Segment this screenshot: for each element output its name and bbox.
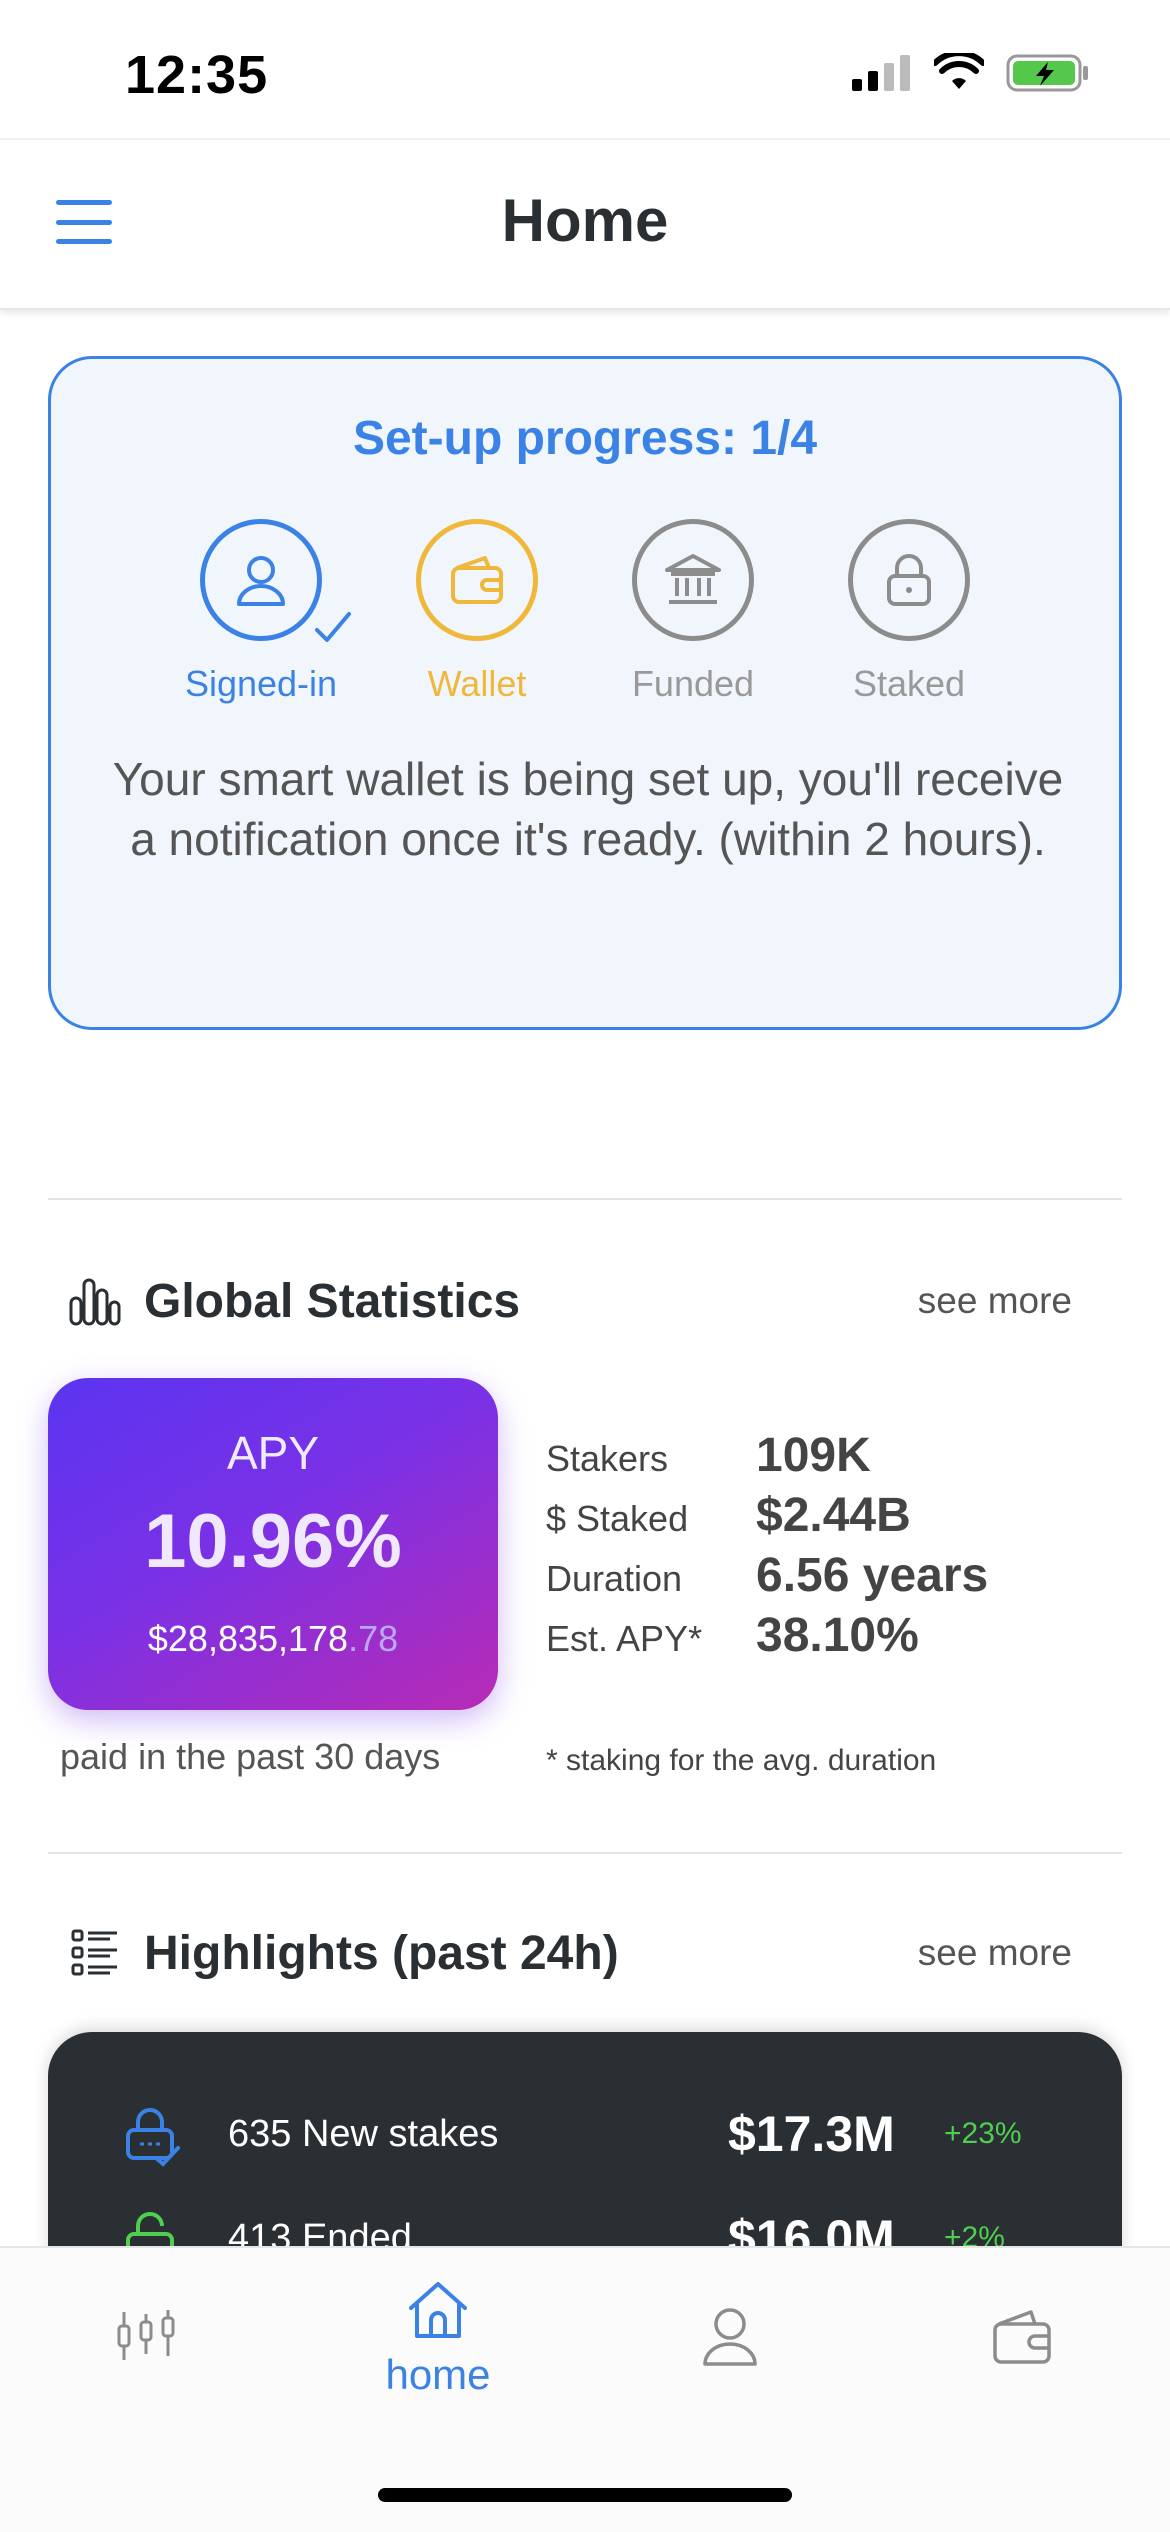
stats-row: Duration 6.56 years: [546, 1548, 1106, 1608]
apy-card[interactable]: APY 10.96% $28,835,178.78: [48, 1378, 498, 1710]
divider: [48, 1852, 1122, 1854]
step-circle: [200, 519, 351, 642]
apy-caption: paid in the past 30 days: [60, 1736, 441, 1777]
apy-label: APY: [226, 1427, 320, 1479]
list-icon: [68, 1926, 122, 1980]
tab-stats[interactable]: [46, 2304, 246, 2373]
stats-key: $ Staked: [546, 1498, 689, 1539]
tab-label: home: [385, 2351, 491, 2398]
setup-steps: Signed-in Wallet Funded Staked: [161, 519, 1021, 719]
step-funded[interactable]: Funded: [593, 519, 793, 705]
tab-home[interactable]: home: [338, 2278, 538, 2399]
bar-chart-icon: [68, 1274, 122, 1328]
tab-wallet[interactable]: [922, 2306, 1122, 2373]
apy-paid-amount: $28,835,178.78: [48, 1618, 498, 1660]
stats-value: 38.10%: [756, 1609, 919, 1662]
stats-key: Est. APY*: [546, 1618, 703, 1659]
stats-value: $2.44B: [756, 1489, 911, 1542]
step-label: Signed-in: [184, 663, 338, 704]
stats-value: 109K: [756, 1429, 871, 1482]
bank-icon: [665, 554, 721, 604]
home-indicator[interactable]: [378, 2488, 792, 2502]
highlight-row[interactable]: 635 New stakes $17.3M +23%: [48, 2094, 1122, 2174]
divider: [48, 1198, 1122, 1200]
wallet-icon: [451, 556, 503, 604]
step-signed-in[interactable]: Signed-in: [161, 519, 361, 705]
see-more-link[interactable]: see more: [918, 1932, 1072, 1974]
section-title: Global Statistics: [144, 1274, 521, 1328]
user-icon: [703, 2308, 757, 2366]
stats-footnote: * staking for the avg. duration: [546, 1744, 937, 1777]
stats-value: 6.56 years: [756, 1549, 989, 1602]
highlight-label: 635 New stakes: [228, 2112, 499, 2155]
step-circle: [416, 519, 538, 641]
lock-icon: [887, 554, 931, 606]
user-icon: [237, 556, 285, 606]
check-icon: [315, 612, 351, 642]
apy-value: 10.96%: [144, 1499, 402, 1584]
global-statistics-header: Global Statistics see more: [68, 1266, 1102, 1336]
see-more-link[interactable]: see more: [918, 1280, 1072, 1322]
step-circle: [848, 519, 970, 641]
step-staked[interactable]: Staked: [809, 519, 1009, 705]
stats-row: $ Staked $2.44B: [546, 1488, 1106, 1548]
battery-charging-icon: [1006, 54, 1088, 92]
status-icons: [852, 52, 1090, 94]
nav-header: Home: [0, 140, 1170, 310]
step-label: Funded: [631, 663, 755, 704]
status-bar: 12:35: [0, 0, 1170, 140]
stats-table: Stakers 109K $ Staked $2.44B Duration 6.…: [546, 1428, 1106, 1668]
stats-row: Est. APY* 38.10%: [546, 1608, 1106, 1668]
home-icon: [409, 2282, 467, 2338]
candlestick-icon: [117, 2310, 175, 2360]
stats-row: Stakers 109K: [546, 1428, 1106, 1488]
step-wallet[interactable]: Wallet: [377, 519, 577, 705]
wallet-icon: [993, 2310, 1051, 2364]
setup-message: Your smart wallet is being set up, you'l…: [112, 753, 1064, 865]
setup-progress-card: Set-up progress: 1/4 Signed-in Wallet Fu…: [48, 356, 1122, 1030]
highlight-change: +23%: [944, 2117, 1022, 2150]
wifi-icon: [934, 53, 984, 89]
section-title: Highlights (past 24h): [144, 1926, 619, 1980]
page-title: Home: [501, 187, 669, 254]
apy-paid-whole: $28,835,178: [147, 1618, 349, 1659]
status-time: 12:35: [125, 45, 269, 105]
setup-progress-title: Set-up progress: 1/4: [352, 412, 818, 465]
apy-paid-cents: .78: [348, 1618, 399, 1659]
signal-icon: [852, 55, 910, 91]
step-label: Wallet: [427, 663, 527, 704]
stats-key: Duration: [546, 1558, 683, 1599]
lock-check-icon: [126, 2108, 180, 2167]
highlights-header: Highlights (past 24h) see more: [68, 1918, 1102, 1988]
stats-key: Stakers: [546, 1438, 669, 1479]
highlight-amount: $17.3M: [728, 2106, 895, 2162]
step-circle: [632, 519, 754, 641]
tab-profile[interactable]: [630, 2302, 830, 2373]
step-label: Staked: [852, 663, 966, 704]
